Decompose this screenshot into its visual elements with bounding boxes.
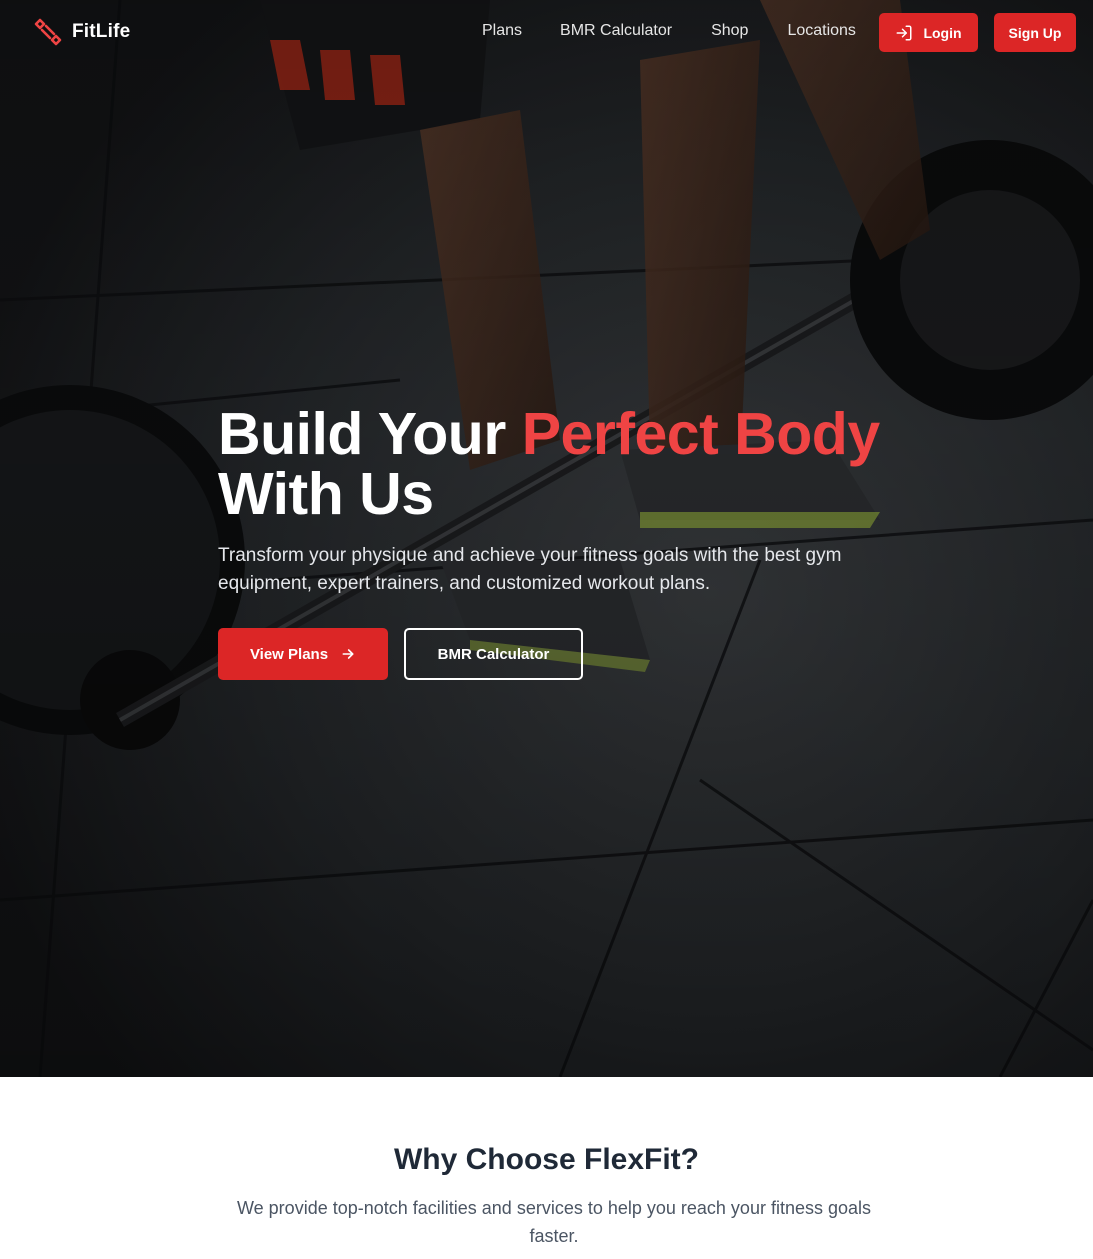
nav-links: Plans BMR Calculator Shop Locations <box>482 22 856 40</box>
why-title: Why Choose FlexFit? <box>393 1143 699 1176</box>
brand-name: FitLife <box>72 21 131 42</box>
arrow-right-icon <box>342 649 354 659</box>
hero-title-plain: Build Your <box>218 401 522 467</box>
hero-title-accent: Perfect Body <box>521 401 880 467</box>
nav-link-plans[interactable]: Plans <box>482 22 522 40</box>
hero-title-line2: With Us <box>218 461 434 527</box>
nav-link-shop[interactable]: Shop <box>711 22 748 40</box>
dumbbell-icon <box>34 18 62 46</box>
hero-subtitle: Transform your physique and achieve your… <box>218 545 842 594</box>
hero-title: Build Your Perfect Body With Us <box>218 404 918 524</box>
why-description: We provide top-notch facilities and serv… <box>237 1198 871 1246</box>
login-label: Login <box>923 24 962 41</box>
login-button[interactable]: Login <box>879 13 978 52</box>
view-plans-label: View Plans <box>249 645 329 663</box>
nav-link-locations[interactable]: Locations <box>787 22 856 40</box>
login-icon <box>896 25 912 40</box>
bmr-calculator-button[interactable]: BMR Calculator <box>404 628 583 680</box>
signup-button[interactable]: Sign Up <box>994 13 1076 52</box>
why-choose-section: Why Choose FlexFit? We provide top-notch… <box>0 1077 1093 1259</box>
view-plans-button[interactable]: View Plans <box>218 628 388 680</box>
brand-logo[interactable]: FitLife <box>32 16 130 48</box>
hero-section: FitLife Plans BMR Calculator Shop Locati… <box>0 0 1093 1077</box>
hero-actions: View Plans BMR Calculator <box>218 628 918 680</box>
nav-link-bmr-calculator[interactable]: BMR Calculator <box>560 22 672 40</box>
top-navbar: FitLife Plans BMR Calculator Shop Locati… <box>0 0 1093 64</box>
hero-content: Build Your Perfect Body With Us Transfor… <box>218 404 918 680</box>
